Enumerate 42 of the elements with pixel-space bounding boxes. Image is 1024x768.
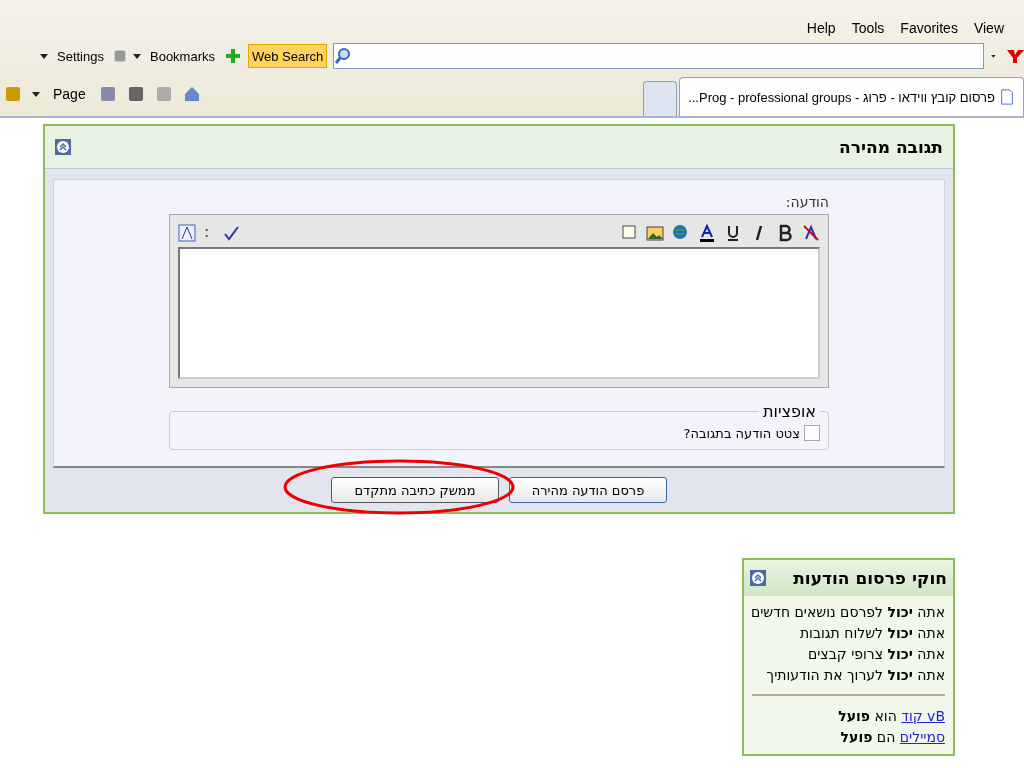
quote-checkbox[interactable] — [804, 425, 820, 441]
bookmarks-menu[interactable]: Bookmarks — [147, 48, 218, 64]
add-bookmark-icon[interactable] — [224, 47, 242, 65]
status-text: הם פועל — [840, 729, 896, 745]
y-logo-icon[interactable] — [1006, 47, 1024, 65]
panel-title: תגובה מהירה — [839, 137, 943, 157]
rules-title: חוקי פרסום הודעות — [793, 568, 947, 588]
menu-item[interactable]: Favorites — [894, 18, 964, 38]
checkbox-label: צטט הודעה בתגובה? — [683, 425, 800, 441]
browser-tab[interactable]: פרסום קובץ ווידאו - פרוג - Prog - professional groups... — [679, 77, 1024, 116]
settings-menu[interactable]: Settings — [54, 48, 107, 64]
search-icon[interactable] — [334, 47, 353, 65]
post-button[interactable]: פרסם הודעה מהירה — [509, 477, 667, 503]
collapse-icon[interactable] — [750, 570, 766, 586]
rule-text: אתה יכול לערוך את הודעותיך — [766, 667, 945, 683]
caret-icon[interactable] — [32, 90, 40, 98]
options-legend: אופציות — [759, 402, 820, 421]
font-switch-icon[interactable] — [178, 224, 196, 242]
image-icon[interactable] — [646, 224, 664, 242]
page-icon[interactable] — [999, 89, 1015, 105]
remove-format-icon[interactable] — [802, 224, 820, 242]
globe-link-icon[interactable] — [672, 224, 690, 242]
web-search-button[interactable]: Web Search — [248, 44, 328, 68]
collapse-icon[interactable] — [55, 139, 71, 155]
message-label: הודעה: — [784, 194, 829, 210]
menu-item[interactable]: View — [967, 18, 1010, 38]
menu-item[interactable]: Tools — [845, 18, 891, 38]
page-menu[interactable]: Page — [50, 86, 89, 102]
rule-text: אתה יכול צרופי קבצים — [807, 646, 945, 662]
home-icon[interactable] — [182, 85, 201, 103]
rule-link[interactable]: סמיילים — [899, 729, 945, 745]
advanced-editor-button[interactable]: ממשק כתיבה מתקדם — [331, 477, 499, 503]
spellcheck-icon[interactable] — [222, 224, 240, 242]
rule-text: אתה יכול לשלוח תגובות — [799, 625, 945, 641]
rule-link[interactable]: vB קוד — [901, 708, 945, 724]
search-field[interactable] — [333, 43, 984, 69]
font-color-icon[interactable] — [698, 224, 716, 242]
menu-item[interactable]: Help — [800, 18, 842, 38]
status-text: הוא פועל — [838, 708, 897, 724]
caret-icon[interactable] — [133, 52, 141, 60]
caret-icon[interactable] — [40, 52, 48, 60]
rule-text: אתה יכול לפרסם נושאים חדשים — [750, 604, 945, 620]
